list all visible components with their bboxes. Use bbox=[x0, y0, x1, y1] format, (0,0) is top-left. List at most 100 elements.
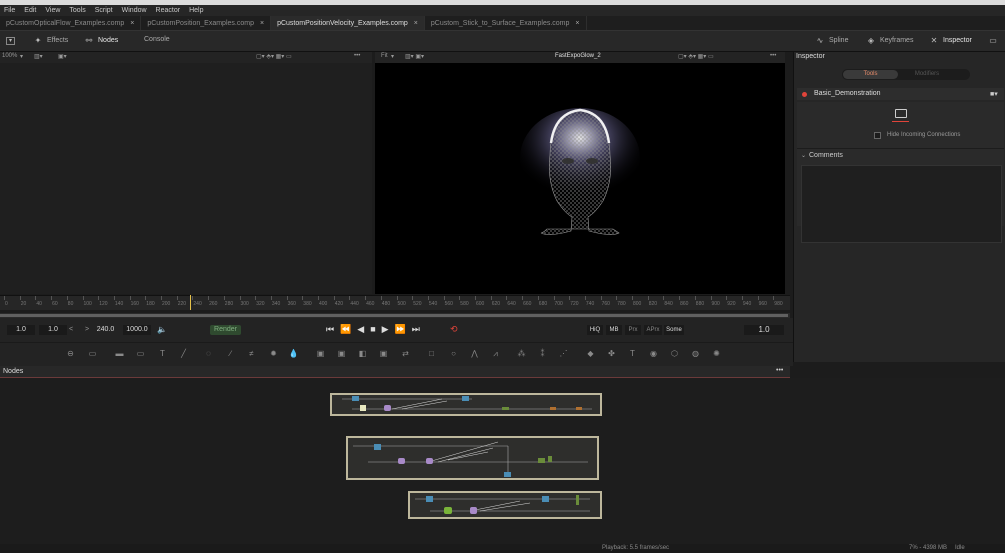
chevron-down-icon[interactable]: ⌄ bbox=[801, 152, 806, 159]
mb-toggle[interactable]: MB bbox=[606, 325, 622, 335]
node[interactable] bbox=[360, 405, 366, 411]
node[interactable] bbox=[502, 407, 509, 410]
tab-modifiers[interactable]: Modifiers bbox=[902, 70, 952, 79]
node-group[interactable] bbox=[346, 436, 599, 480]
rectangle-mask-icon[interactable]: □ bbox=[426, 349, 437, 359]
layout-icon[interactable]: ▥▾ ▣▾ bbox=[405, 53, 424, 60]
paint-icon[interactable]: ╱ bbox=[178, 349, 189, 359]
node[interactable] bbox=[374, 444, 381, 450]
tab-tools[interactable]: Tools bbox=[843, 70, 898, 79]
render-button[interactable]: Render bbox=[210, 325, 241, 335]
saver-icon[interactable]: ▭ bbox=[87, 349, 98, 359]
prx-toggle[interactable]: Prx bbox=[625, 325, 641, 335]
renderer-3d-icon[interactable]: ◍ bbox=[690, 349, 701, 359]
menu-edit[interactable]: Edit bbox=[24, 7, 36, 14]
global-end-field[interactable]: 1000.0 bbox=[123, 325, 151, 335]
menu-reactor[interactable]: Reactor bbox=[156, 7, 181, 14]
render-start-field[interactable]: 1.0 bbox=[39, 325, 67, 335]
inspector-node-header[interactable]: Basic_Demonstration ■▾ bbox=[797, 88, 1004, 100]
merge-3d-icon[interactable]: ✤ bbox=[606, 349, 617, 359]
transform-icon[interactable]: ▣ bbox=[378, 349, 389, 359]
zoom-select[interactable]: 100% bbox=[2, 53, 17, 59]
bspline-mask-icon[interactable]: ⩘ bbox=[490, 349, 501, 359]
aprx-toggle[interactable]: APrx bbox=[644, 325, 662, 335]
close-icon[interactable]: × bbox=[130, 20, 134, 27]
view-options-icon[interactable]: ▢▾ ⬘▾ ▦▾ ▭ bbox=[256, 53, 292, 60]
node[interactable] bbox=[352, 396, 359, 401]
time-ruler[interactable]: 0 20 40 60 80 100 120 140 160 180 200 220 240 260 280 3… bbox=[0, 295, 790, 310]
tab-optical-flow[interactable]: pCustomOpticalFlow_Examples.comp × bbox=[0, 16, 142, 30]
merge-icon[interactable]: ▣ bbox=[315, 349, 326, 359]
particle-merge-icon[interactable]: ⋰ bbox=[558, 349, 569, 359]
hiq-toggle[interactable]: HiQ bbox=[587, 325, 603, 335]
tab-position[interactable]: pCustomPosition_Examples.comp × bbox=[141, 16, 272, 30]
nodes-button[interactable]: ⚯ Nodes bbox=[84, 36, 119, 45]
particle-render-icon[interactable]: ⁑ bbox=[537, 349, 548, 359]
node[interactable] bbox=[462, 396, 469, 401]
hue-curves-icon[interactable]: ≠ bbox=[246, 349, 257, 359]
close-icon[interactable]: × bbox=[414, 20, 418, 27]
node[interactable] bbox=[470, 507, 477, 514]
node[interactable] bbox=[426, 458, 433, 464]
roi-icon[interactable]: ▣▾ bbox=[58, 53, 67, 60]
playhead[interactable] bbox=[190, 295, 191, 310]
close-icon[interactable]: × bbox=[575, 20, 579, 27]
menu-view[interactable]: View bbox=[45, 7, 60, 14]
menu-script[interactable]: Script bbox=[95, 7, 113, 14]
speaker-icon[interactable]: 🔈 bbox=[157, 325, 167, 334]
chevron-down-icon[interactable]: ▾ bbox=[391, 53, 394, 60]
chevron-down-icon[interactable]: ▾ bbox=[20, 53, 23, 60]
left-viewer[interactable] bbox=[0, 63, 372, 294]
brightness-icon[interactable]: ✹ bbox=[268, 349, 279, 359]
playback-controls[interactable]: ⏮⏪◀■▶⏩⏭ bbox=[326, 324, 426, 335]
range-bar[interactable] bbox=[0, 314, 788, 317]
hide-connections-checkbox[interactable] bbox=[874, 132, 881, 139]
keyframes-button[interactable]: ◈ Keyframes bbox=[866, 36, 914, 45]
text-3d-icon[interactable]: T bbox=[627, 349, 638, 359]
tab-position-velocity[interactable]: pCustomPositionVelocity_Examples.comp × bbox=[271, 16, 425, 30]
tab-stick-to-surface[interactable]: pCustom_Stick_to_Surface_Examples.comp × bbox=[425, 16, 587, 30]
menu-file[interactable]: File bbox=[4, 7, 15, 14]
resize-icon[interactable]: ⇄ bbox=[400, 349, 411, 359]
node[interactable] bbox=[576, 407, 582, 410]
matte-control-icon[interactable]: ◧ bbox=[357, 349, 368, 359]
current-time-field[interactable]: 1.0 bbox=[744, 325, 784, 335]
shape-3d-icon[interactable]: ◆ bbox=[585, 349, 596, 359]
node[interactable] bbox=[426, 496, 433, 502]
curves-icon[interactable]: ∕ bbox=[225, 349, 236, 359]
right-viewer[interactable] bbox=[375, 63, 785, 294]
polygon-mask-icon[interactable]: ⋀ bbox=[469, 349, 480, 359]
effects-button[interactable]: ✦ Effects bbox=[33, 36, 69, 45]
monitor-icon[interactable]: ▭ bbox=[988, 36, 1002, 45]
particle-emitter-icon[interactable]: ⁂ bbox=[516, 349, 527, 359]
point-cloud-icon[interactable]: ✺ bbox=[711, 349, 722, 359]
blur-icon[interactable]: 💧 bbox=[288, 349, 299, 359]
panel-toggle-icon[interactable]: ▾ bbox=[6, 37, 19, 45]
console-button[interactable]: Console bbox=[144, 36, 170, 43]
step-back-button[interactable]: < bbox=[69, 326, 73, 333]
layout-icon[interactable]: ▥▾ bbox=[34, 53, 43, 60]
inspector-button[interactable]: ✕ Inspector bbox=[929, 36, 972, 45]
comments-header[interactable]: Comments bbox=[809, 152, 843, 159]
text-icon[interactable]: T bbox=[157, 349, 168, 359]
view-options-icon[interactable]: ▢▾ ⬘▾ ▦▾ ▭ bbox=[678, 53, 714, 60]
cube-3d-icon[interactable]: ⬡ bbox=[669, 349, 680, 359]
node[interactable] bbox=[444, 507, 452, 514]
node[interactable] bbox=[548, 456, 552, 462]
node-group[interactable] bbox=[330, 393, 602, 416]
channel-booleans-icon[interactable]: ▣ bbox=[336, 349, 347, 359]
some-toggle[interactable]: Some bbox=[664, 325, 684, 335]
loop-icon[interactable]: ⟲ bbox=[450, 324, 458, 335]
step-forward-button[interactable]: > bbox=[85, 326, 89, 333]
close-icon[interactable]: × bbox=[260, 20, 264, 27]
comments-textarea[interactable] bbox=[801, 165, 1002, 243]
node[interactable] bbox=[384, 405, 391, 411]
ellipse-mask-icon[interactable]: ○ bbox=[448, 349, 459, 359]
node[interactable] bbox=[504, 472, 511, 477]
menu-help[interactable]: Help bbox=[189, 7, 203, 14]
node-options-icon[interactable]: ■▾ bbox=[990, 90, 998, 98]
loader-icon[interactable]: ⊖ bbox=[65, 349, 76, 359]
more-icon[interactable]: ••• bbox=[354, 53, 360, 59]
node-editor[interactable] bbox=[0, 378, 1005, 544]
render-end-field[interactable]: 240.0 bbox=[93, 325, 118, 335]
